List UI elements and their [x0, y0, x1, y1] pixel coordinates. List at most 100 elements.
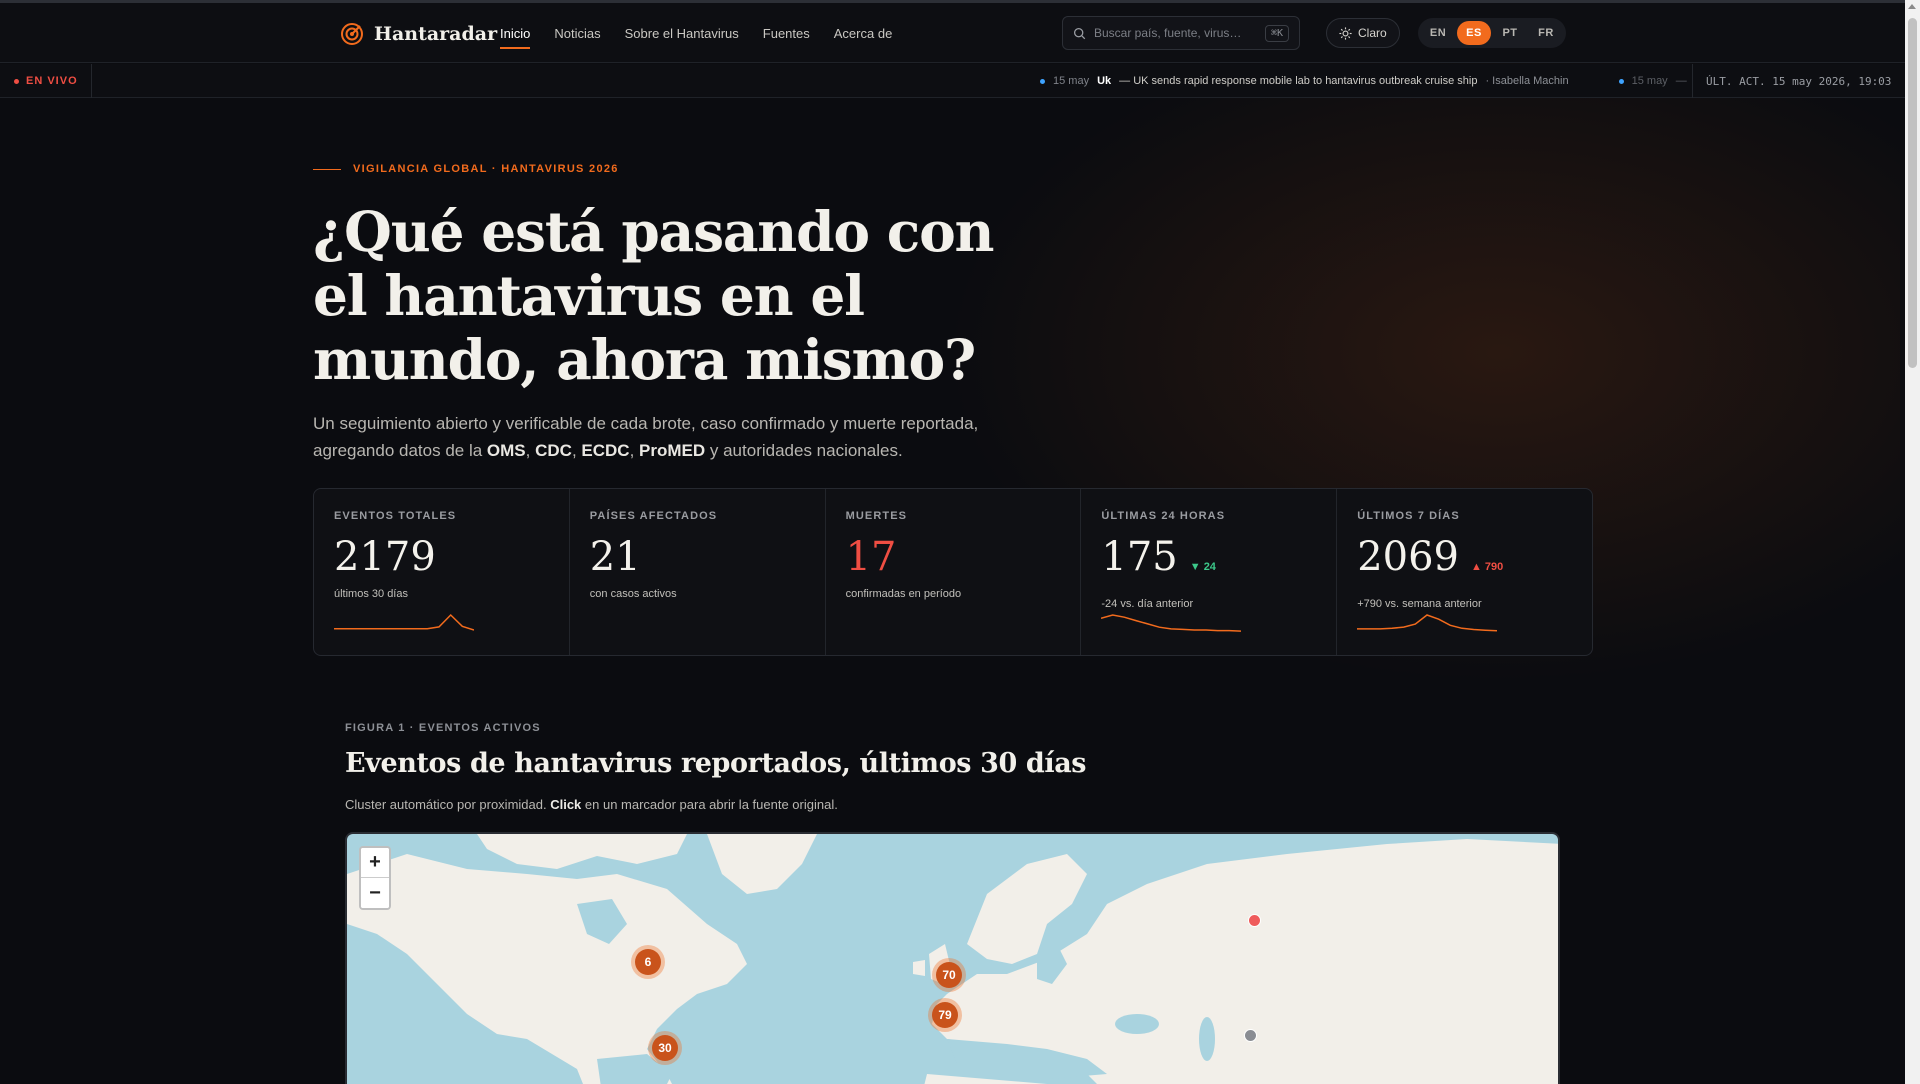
page-scrollbar[interactable] [1905, 0, 1920, 1084]
stat-subtitle: -24 vs. día anterior [1101, 598, 1194, 610]
source-promed: ProMED [639, 441, 706, 460]
cluster-count: 6 [635, 949, 661, 975]
map-marker-siberia[interactable] [1248, 914, 1261, 927]
stat-value: 2069 ▲ 790 [1357, 534, 1572, 590]
map-marker-china[interactable] [1244, 1029, 1257, 1042]
stat-card-deaths: MUERTES 17 confirmadas en período [826, 489, 1082, 655]
figure-eyebrow: FIGURA 1 · EVENTOS ACTIVOS [345, 722, 541, 734]
stat-subtitle: últimos 30 días [334, 588, 408, 600]
lang-pt-button[interactable]: PT [1493, 21, 1527, 45]
hero-eyebrow: VIGILANCIA GLOBAL · HANTAVIRUS 2026 [313, 163, 619, 175]
lead-text-post: y autoridades nacionales. [705, 441, 903, 460]
source-oms: OMS [486, 441, 526, 460]
sun-icon [1339, 26, 1352, 40]
language-switcher: EN ES PT FR [1418, 18, 1566, 48]
stat-number: 2069 [1357, 534, 1459, 580]
ticker-item[interactable]: 15 may Uk — UK sends rapid response mobi… [1040, 64, 1687, 98]
stat-number: 17 [845, 534, 897, 580]
sparkline [1101, 614, 1242, 632]
stat-number: 21 [589, 534, 641, 580]
stat-card-last-24h: ÚLTIMAS 24 HORAS 175 ▼ 24 -24 vs. día ant… [1081, 489, 1338, 655]
stat-value: 175 ▼ 24 [1101, 534, 1316, 590]
radar-icon [341, 23, 363, 45]
stat-delta-down: ▼ 24 [1189, 561, 1216, 573]
page-title: ¿Qué está pasando con el hantavirus en e… [313, 199, 995, 392]
cluster-count: 30 [652, 1035, 678, 1061]
source-ecdc: ECDC [581, 441, 630, 460]
stat-label: EVENTOS TOTALES [334, 510, 457, 522]
map-cluster-north-america[interactable]: 6 [631, 945, 665, 979]
ticker-author: · Isabella Machin [1485, 75, 1569, 87]
search-icon [1073, 27, 1086, 39]
ticker-headline: — UK sends rapid response mobile lab to … [1119, 75, 1478, 87]
sparkline-path [1101, 614, 1242, 632]
theme-toggle-button[interactable]: Claro [1326, 18, 1400, 48]
figure-title: Eventos de hantavirus reportados, último… [345, 748, 1087, 779]
stat-value: 21 [590, 534, 805, 580]
stat-label: ÚLTIMAS 24 HORAS [1101, 510, 1226, 522]
events-map[interactable]: + − 6 70 79 30 [345, 832, 1560, 1084]
stat-label: PAÍSES AFECTADOS [589, 510, 718, 522]
ticker-next-tail: — [1675, 75, 1687, 87]
figure-caption: Cluster automático por proximidad. Click… [345, 797, 838, 812]
stat-number: 2179 [334, 534, 436, 580]
zoom-out-button[interactable]: − [361, 878, 389, 908]
lang-es-button[interactable]: ES [1457, 21, 1491, 45]
search-box[interactable]: ⌘K [1062, 16, 1300, 50]
caption-post: en un marcador para abrir la fuente orig… [581, 797, 838, 812]
live-label: EN VIVO [26, 75, 78, 87]
cluster-count: 70 [936, 962, 962, 988]
nav-item-acerca-de[interactable]: Acerca de [834, 3, 893, 63]
sparkline-path [1357, 614, 1498, 632]
caption-bold: Click [550, 797, 582, 812]
bullet-icon [1618, 78, 1624, 84]
map-cluster-uk[interactable]: 70 [932, 958, 966, 992]
hero-eyebrow-text: VIGILANCIA GLOBAL · HANTAVIRUS 2026 [353, 163, 619, 175]
nav-item-noticias[interactable]: Noticias [554, 3, 600, 63]
live-dot-icon [14, 78, 19, 84]
stat-card-total-events: EVENTOS TOTALES 2179 últimos 30 días [314, 489, 570, 655]
live-badge: EN VIVO [0, 64, 92, 98]
stat-subtitle: con casos activos [589, 588, 677, 600]
nav-item-inicio[interactable]: Inicio [500, 3, 531, 63]
zoom-in-button[interactable]: + [361, 848, 389, 878]
stat-label: ÚLTIMOS 7 DÍAS [1357, 510, 1460, 522]
sparkline [1357, 614, 1498, 632]
search-shortcut: ⌘K [1264, 24, 1289, 42]
stat-card-last-7d: ÚLTIMOS 7 DÍAS 2069 ▲ 790 +790 vs. semana… [1337, 489, 1592, 655]
scroll-up-icon[interactable] [1908, 4, 1916, 9]
main-nav: Inicio Noticias Sobre el Hantavirus Fuen… [500, 3, 892, 63]
ticker-date: 15 may [1053, 75, 1090, 87]
stat-number: 175 [1101, 534, 1178, 580]
brand-logo[interactable]: Hantaradar [340, 22, 497, 46]
hero-lead: Un seguimiento abierto y verificable de … [313, 414, 979, 460]
stat-subtitle: +790 vs. semana anterior [1357, 598, 1482, 610]
ticker-next-date: 15 may [1631, 75, 1668, 87]
map-cluster-iberia[interactable]: 79 [928, 998, 962, 1032]
bullet-icon [1040, 78, 1045, 84]
theme-toggle-label: Claro [1358, 26, 1387, 40]
lang-en-button[interactable]: EN [1421, 21, 1455, 45]
eyebrow-rule [313, 168, 341, 170]
zoom-control: + − [359, 846, 391, 910]
stat-value: 17 [846, 534, 1061, 580]
sparkline-path [334, 613, 474, 631]
stat-label: MUERTES [845, 510, 908, 522]
lang-fr-button[interactable]: FR [1529, 21, 1563, 45]
nav-item-fuentes[interactable]: Fuentes [763, 3, 810, 63]
stat-delta-up: ▲ 790 [1470, 561, 1504, 573]
stat-card-countries: PAÍSES AFECTADOS 21 con casos activos [570, 489, 826, 655]
stat-subtitle: confirmadas en período [845, 588, 962, 600]
map-cluster-mexico[interactable]: 30 [648, 1031, 682, 1065]
caption-pre: Cluster automático por proximidad. [345, 797, 551, 812]
sparkline [334, 613, 474, 631]
stat-value: 2179 [334, 534, 549, 580]
source-cdc: CDC [535, 441, 572, 460]
cluster-count: 79 [932, 1002, 958, 1028]
last-updated: ÚLT. ACT. 15 may 2026, 19:03 [1692, 64, 1905, 98]
stats-panel: EVENTOS TOTALES 2179 últimos 30 días PAÍ… [313, 488, 1593, 656]
nav-item-sobre-hantavirus[interactable]: Sobre el Hantavirus [625, 3, 739, 63]
search-input[interactable] [1094, 26, 1257, 40]
ticker-country: Uk [1097, 75, 1112, 87]
scrollbar-thumb[interactable] [1908, 18, 1917, 368]
